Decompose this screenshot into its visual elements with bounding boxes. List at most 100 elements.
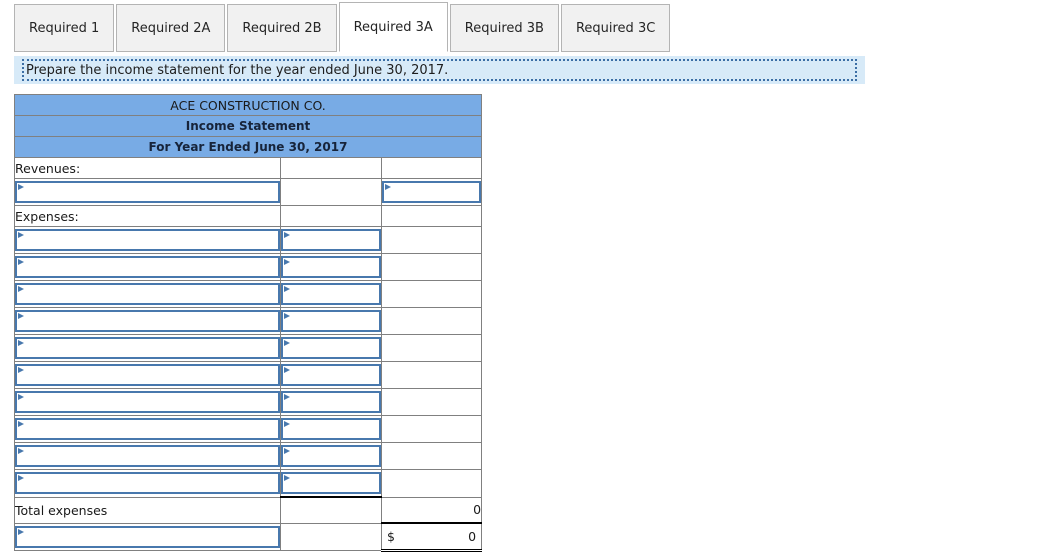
expense-amount-input[interactable] <box>281 445 381 467</box>
expense-description-input[interactable] <box>15 283 280 305</box>
expense-amount-cell[interactable] <box>280 280 382 308</box>
income-statement-worksheet: ACE CONSTRUCTION CO. Income Statement Fo… <box>13 94 483 552</box>
expense-amount-input[interactable] <box>281 391 381 413</box>
revenue-amount-cell[interactable] <box>380 178 483 206</box>
expense-total-cell <box>380 334 483 362</box>
expense-amount-input[interactable] <box>281 310 381 332</box>
expense-description-input[interactable] <box>15 391 280 413</box>
instruction-bar: Prepare the income statement for the yea… <box>14 56 865 84</box>
tab-label: Required 3B <box>464 20 544 36</box>
expense-amount-cell[interactable] <box>280 361 382 389</box>
expense-description-input[interactable] <box>15 337 280 359</box>
tab-required-1[interactable]: Required 1 <box>14 4 115 52</box>
row-revenue-entry <box>14 178 483 206</box>
expense-description-cell[interactable] <box>14 307 281 335</box>
table-row <box>14 361 483 389</box>
tab-required-3c[interactable]: Required 3C <box>560 4 671 52</box>
expense-total-cell <box>380 226 483 254</box>
total-expenses-value: 0 <box>380 496 483 524</box>
table-row <box>14 280 483 308</box>
expense-description-cell[interactable] <box>14 226 281 254</box>
expense-total-cell <box>380 415 483 443</box>
expense-amount-cell[interactable] <box>280 307 382 335</box>
expense-description-input[interactable] <box>15 256 280 278</box>
expense-amount-input[interactable] <box>281 418 381 440</box>
net-income-value: 0 <box>468 528 477 544</box>
net-income-value-cell: $ 0 <box>380 522 483 552</box>
expense-amount-input[interactable] <box>281 283 381 305</box>
statement-period: For Year Ended June 30, 2017 <box>13 136 483 158</box>
net-income-sub-cell <box>280 522 382 551</box>
expenses-label: Expenses: <box>14 205 281 227</box>
tab-label: Required 3C <box>575 20 656 36</box>
expense-description-input[interactable] <box>15 445 280 467</box>
expense-description-cell[interactable] <box>14 415 281 443</box>
revenue-description-cell[interactable] <box>14 178 281 206</box>
expense-amount-input[interactable] <box>281 337 381 359</box>
company-name: ACE CONSTRUCTION CO. <box>13 94 483 116</box>
tab-label: Required 1 <box>29 20 100 36</box>
tab-label: Required 3A <box>353 19 433 35</box>
row-expenses-heading: Expenses: <box>14 205 483 227</box>
expense-description-cell[interactable] <box>14 442 281 470</box>
table-row <box>14 334 483 362</box>
currency-symbol: $ <box>387 528 395 544</box>
revenue-amount-input[interactable] <box>382 181 482 203</box>
expense-amount-cell[interactable] <box>280 415 382 443</box>
expense-description-input[interactable] <box>15 310 280 332</box>
table-row <box>14 388 483 416</box>
table-row <box>14 469 483 498</box>
statement-name: Income Statement <box>13 115 483 137</box>
row-total-expenses: Total expenses 0 <box>14 496 483 524</box>
tab-required-3b[interactable]: Required 3B <box>449 4 559 52</box>
tab-label: Required 2B <box>242 20 322 36</box>
tab-strip: Required 1 Required 2A Required 2B Requi… <box>14 2 672 52</box>
expense-total-cell <box>380 442 483 470</box>
revenues-sub-cell <box>280 157 382 179</box>
net-income-label-cell[interactable] <box>14 522 281 551</box>
expense-description-input[interactable] <box>15 364 280 386</box>
row-revenues-heading: Revenues: <box>14 157 483 179</box>
revenues-label: Revenues: <box>14 157 281 179</box>
expense-total-cell <box>380 280 483 308</box>
net-income-label-input[interactable] <box>15 525 280 548</box>
table-row <box>14 307 483 335</box>
expense-amount-cell[interactable] <box>280 253 382 281</box>
row-period-title: For Year Ended June 30, 2017 <box>13 136 483 158</box>
expense-total-cell <box>380 469 483 498</box>
revenue-description-input[interactable] <box>15 181 280 203</box>
table-row <box>14 442 483 470</box>
expense-description-cell[interactable] <box>14 334 281 362</box>
total-expenses-label: Total expenses <box>14 496 281 524</box>
expense-amount-cell[interactable] <box>280 334 382 362</box>
tab-required-2a[interactable]: Required 2A <box>116 4 226 52</box>
row-net-income: $ 0 <box>14 522 483 552</box>
expense-total-cell <box>380 361 483 389</box>
expense-total-cell <box>380 388 483 416</box>
expense-amount-input[interactable] <box>281 364 381 386</box>
expense-description-input[interactable] <box>15 472 280 495</box>
expense-amount-input[interactable] <box>281 472 381 494</box>
expense-description-cell[interactable] <box>14 253 281 281</box>
expense-amount-cell[interactable] <box>280 226 382 254</box>
tab-required-2b[interactable]: Required 2B <box>227 4 337 52</box>
total-expenses-sub-cell <box>280 496 382 524</box>
row-company-title: ACE CONSTRUCTION CO. <box>13 94 483 116</box>
expenses-sub-cell <box>280 205 382 227</box>
expense-description-cell[interactable] <box>14 469 281 498</box>
expense-description-input[interactable] <box>15 229 280 251</box>
expenses-total-cell <box>380 205 483 227</box>
expense-description-cell[interactable] <box>14 388 281 416</box>
expense-amount-input[interactable] <box>281 256 381 278</box>
tab-required-3a[interactable]: Required 3A <box>338 2 448 52</box>
expense-description-cell[interactable] <box>14 280 281 308</box>
expense-description-input[interactable] <box>15 418 280 440</box>
expense-amount-cell[interactable] <box>280 442 382 470</box>
instruction-box: Prepare the income statement for the yea… <box>22 59 857 81</box>
expense-amount-cell[interactable] <box>280 388 382 416</box>
table-row <box>14 415 483 443</box>
net-income-money: $ 0 <box>382 524 481 549</box>
expense-description-cell[interactable] <box>14 361 281 389</box>
expense-amount-input[interactable] <box>281 229 381 251</box>
expense-amount-cell[interactable] <box>280 469 382 498</box>
